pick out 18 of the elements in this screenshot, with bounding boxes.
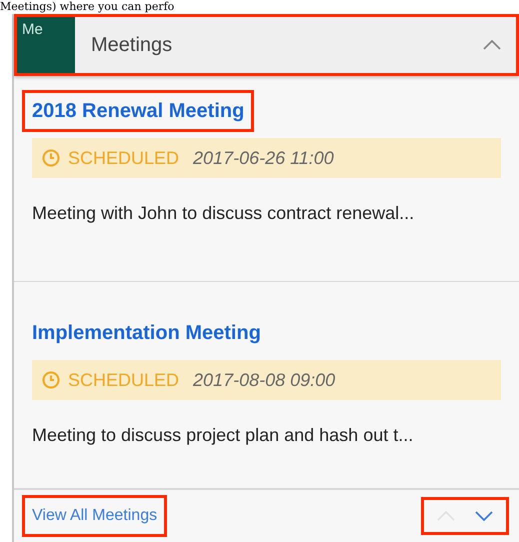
clock-icon (42, 371, 60, 389)
collapse-chevron-icon (483, 40, 501, 50)
meeting-title-link[interactable]: 2018 Renewal Meeting (32, 100, 244, 122)
caption-text: Meetings) where you can perfo (0, 0, 176, 14)
panel-header[interactable]: Me Meetings (14, 14, 519, 76)
next-button[interactable] (475, 511, 493, 521)
meeting-title-link[interactable]: Implementation Meeting (32, 322, 261, 344)
meeting-description: Meeting with John to discuss contract renewal... (32, 202, 416, 225)
panel-title: Meetings (91, 33, 172, 58)
status-label: SCHEDULED (68, 146, 180, 170)
chevron-down-icon (475, 511, 493, 521)
module-icon: Me (17, 17, 75, 73)
status-label: SCHEDULED (68, 368, 180, 392)
clock-icon (42, 149, 60, 167)
meeting-datetime: 2017-08-08 09:00 (193, 368, 336, 392)
meeting-datetime: 2017-06-26 11:00 (193, 146, 334, 170)
view-all-link[interactable]: View All Meetings (22, 495, 168, 537)
meeting-description: Meeting to discuss project plan and hash out t... (32, 424, 414, 447)
